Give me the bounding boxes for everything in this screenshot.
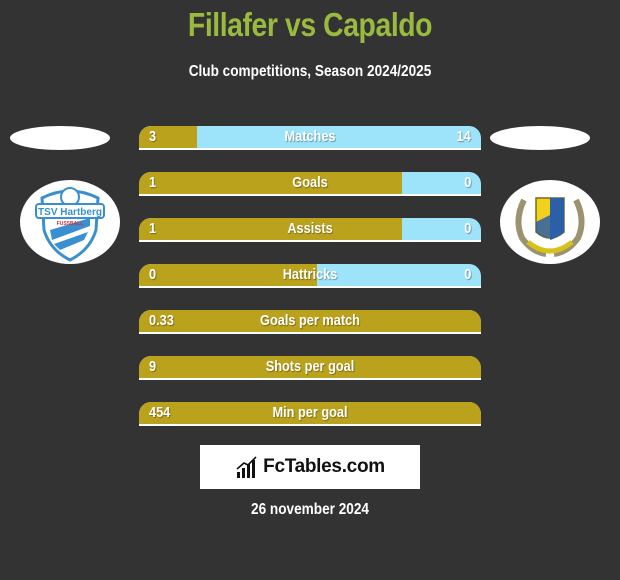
stat-bar-assists: 1 Assists 0	[139, 218, 481, 242]
stat-bar-min-per-goal: 454 Min per goal	[139, 402, 481, 426]
stat-left-value: 1	[149, 174, 157, 191]
stat-left-value: 1	[149, 220, 157, 237]
stat-bar-shots-per-goal: 9 Shots per goal	[139, 356, 481, 380]
brand-name: FcTables.com	[263, 456, 385, 477]
fctables-brand-logo[interactable]: FcTables.com	[200, 445, 420, 489]
stat-label: Hattricks	[282, 266, 338, 283]
stat-label: Goals	[292, 174, 328, 191]
left-logo-subtext: FUSSBALL	[57, 221, 84, 227]
left-logo-text: TSV Hartberg	[38, 207, 102, 218]
stat-left-value: 3	[149, 128, 157, 145]
stat-label: Shots per goal	[265, 358, 355, 375]
stat-label: Min per goal	[272, 404, 348, 421]
bar-chart-trend-icon	[236, 456, 257, 478]
left-team-logo[interactable]: TSV Hartberg FUSSBALL	[20, 180, 120, 264]
page-title: Fillafer vs Capaldo	[187, 6, 433, 43]
left-player-oval	[10, 126, 110, 150]
stat-label: Goals per match	[260, 312, 360, 329]
right-player-oval	[490, 126, 590, 150]
capaldo-club-crest-icon	[515, 197, 585, 257]
tsv-hartberg-crest-icon: TSV Hartberg FUSSBALL	[35, 187, 105, 262]
date-label: 26 november 2024	[251, 501, 369, 518]
right-team-logo[interactable]	[500, 180, 600, 264]
stat-left-value: 9	[149, 358, 157, 375]
stat-label: Assists	[287, 220, 333, 237]
stat-right-value: 0	[463, 220, 471, 237]
stat-right-value: 14	[456, 128, 471, 145]
stat-bar-goals: 1 Goals 0	[139, 172, 481, 196]
stat-left-value: 0	[149, 266, 157, 283]
stat-bar-goals-per-match: 0.33 Goals per match	[139, 310, 481, 334]
stat-right-value: 0	[463, 266, 471, 283]
stat-right-value: 0	[463, 174, 471, 191]
stat-bar-hattricks: 0 Hattricks 0	[139, 264, 481, 288]
page-subtitle: Club competitions, Season 2024/2025	[188, 63, 432, 80]
stat-label: Matches	[284, 128, 336, 145]
stat-bar-matches: 3 Matches 14	[139, 126, 481, 150]
